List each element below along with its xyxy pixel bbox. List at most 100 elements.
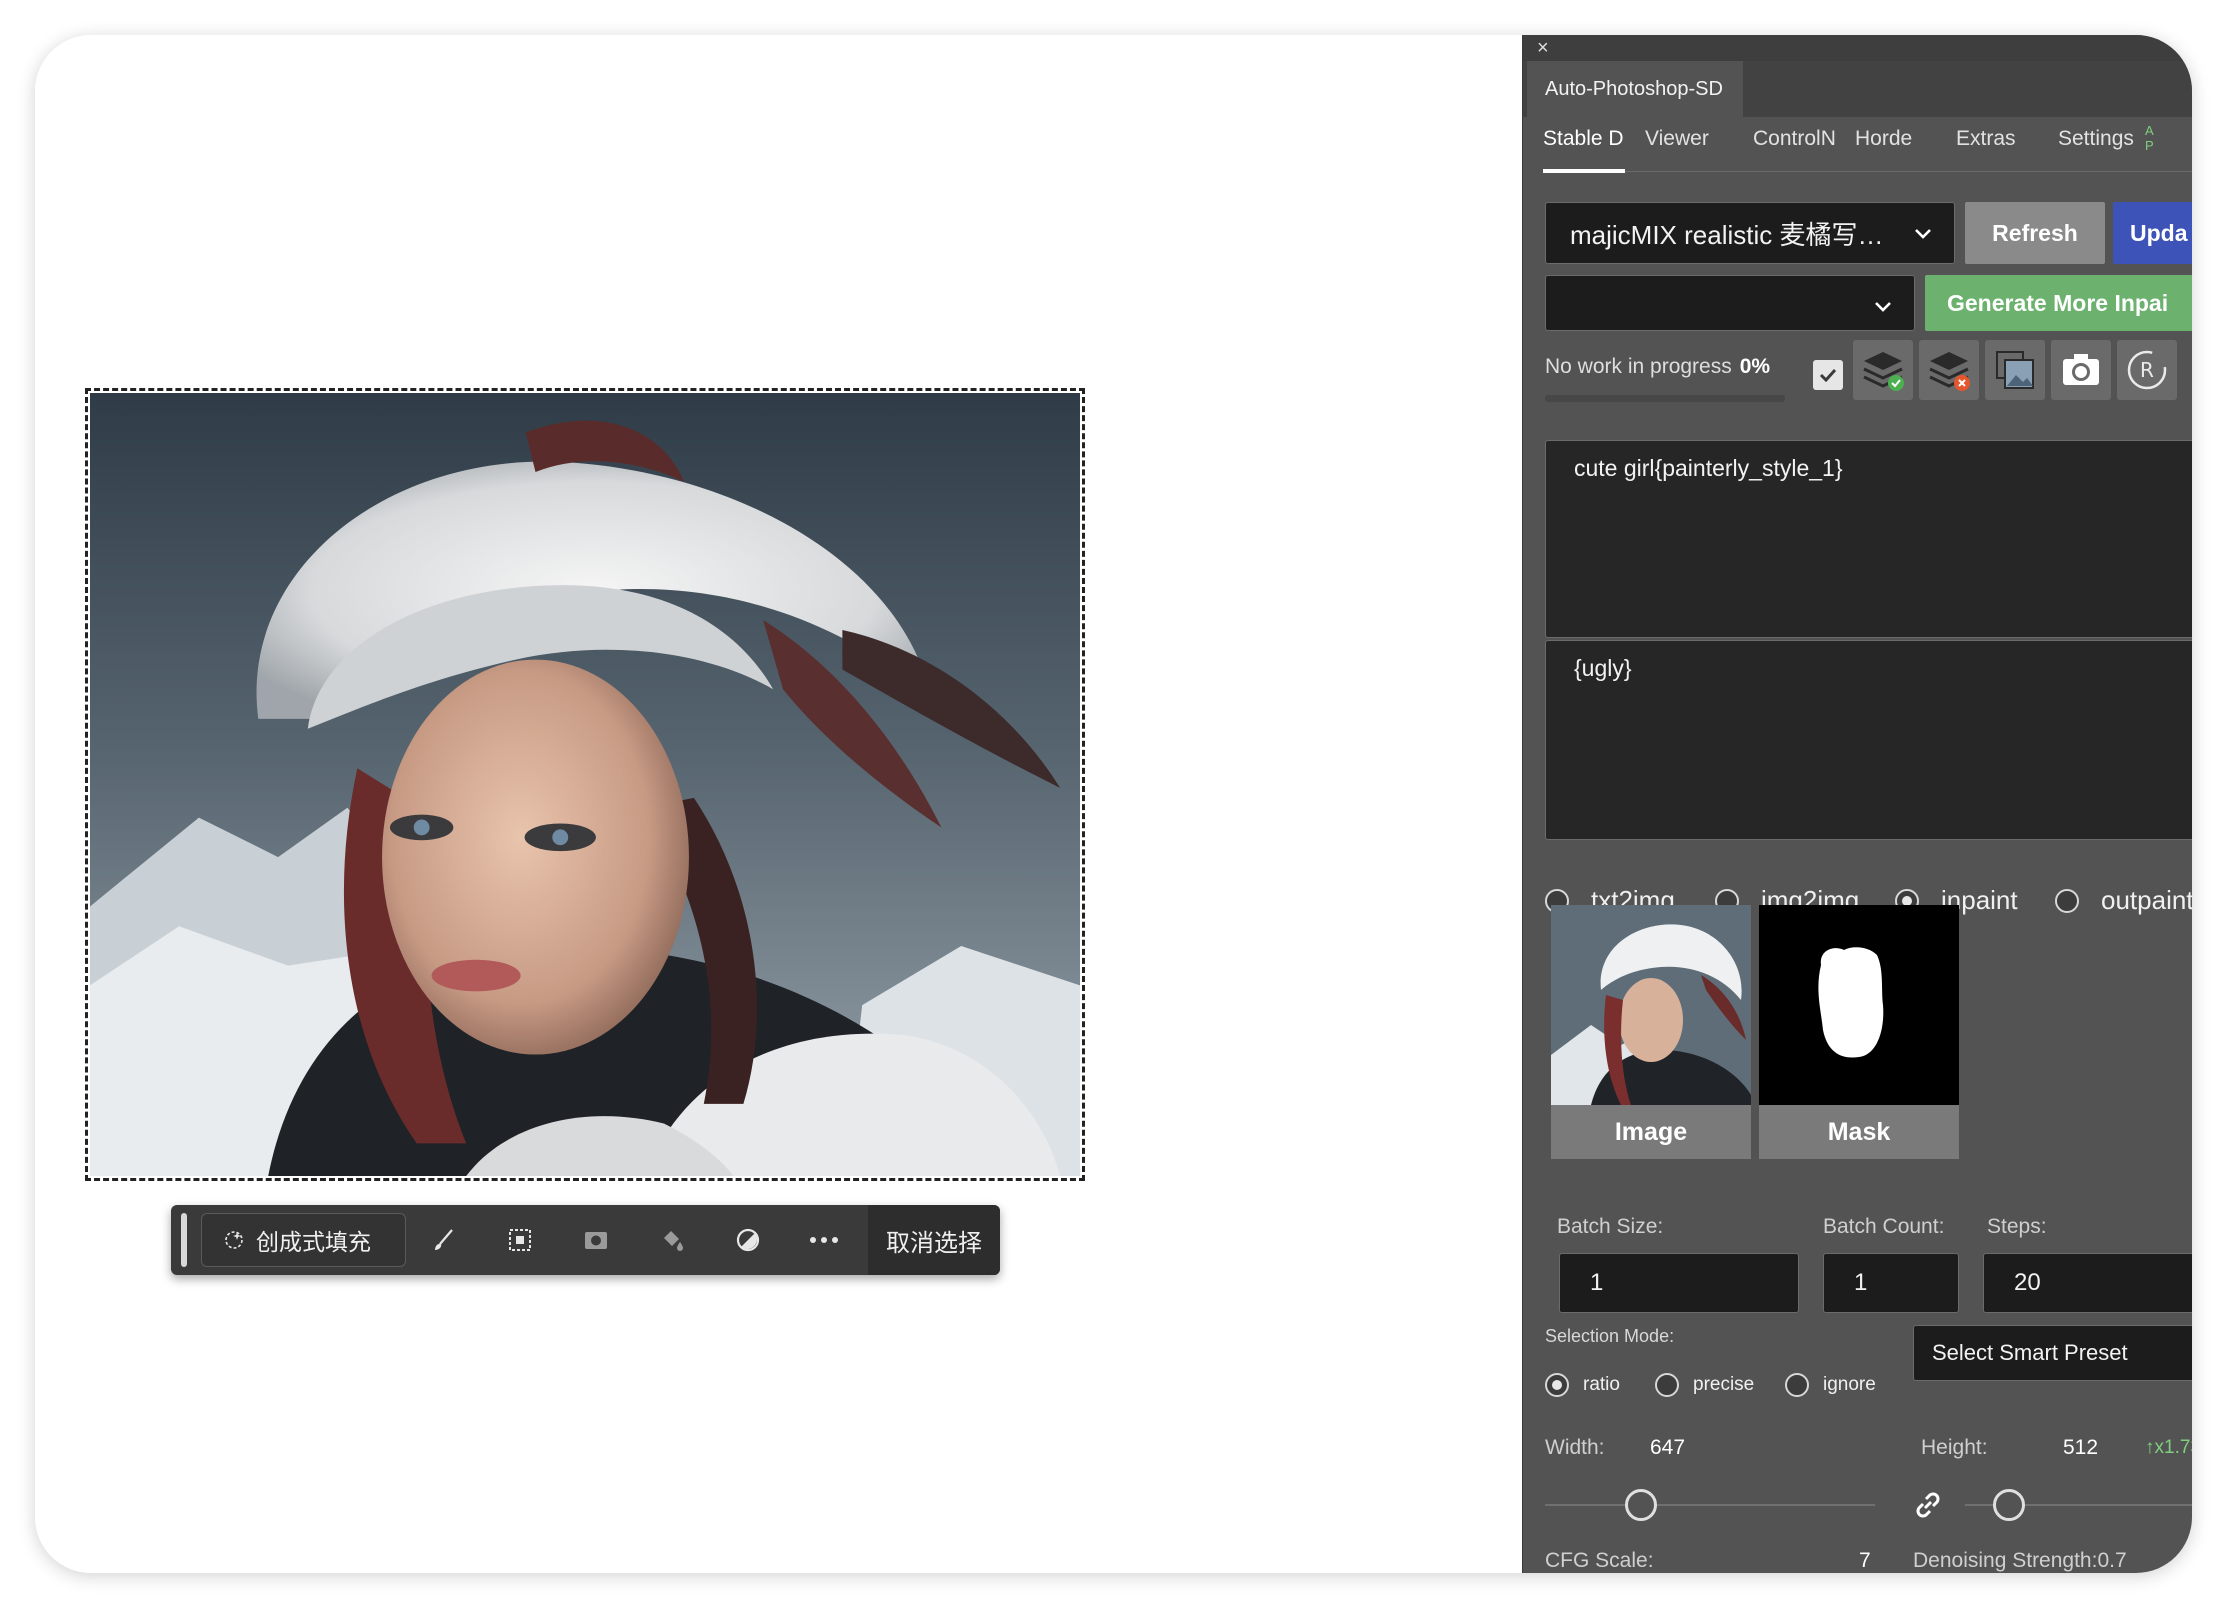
tab-extras[interactable]: Extras — [1956, 127, 2016, 151]
ratio-indicator: ↑x1.73 — [2145, 1437, 2192, 1458]
selection-marquee[interactable] — [85, 388, 1085, 1181]
model-value: majicMIX realistic 麦橘写… — [1570, 219, 1884, 250]
active-tab-indicator — [1543, 169, 1625, 173]
svg-text:R: R — [2140, 358, 2154, 382]
tab-settings[interactable]: Settings — [2058, 127, 2134, 151]
smart-preset-dropdown[interactable]: Select Smart Preset — [1913, 1325, 2192, 1381]
selection-mode-label: Selection Mode: — [1545, 1326, 1675, 1346]
ignore-label: ignore — [1823, 1374, 1876, 1395]
generative-fill-button[interactable]: 创成式填充 — [201, 1213, 406, 1267]
reset-r-icon: R — [2127, 350, 2167, 390]
snapshot-button[interactable] — [2051, 340, 2111, 400]
generative-fill-label: 创成式填充 — [256, 1229, 371, 1255]
reset-button[interactable]: R — [2117, 340, 2177, 400]
selection-mode-ratio[interactable]: ratio — [1545, 1373, 1620, 1397]
contextual-task-bar: 创成式填充 取消选择 — [171, 1205, 1000, 1275]
progress-bar — [1545, 395, 1785, 402]
image-icon — [1996, 351, 2034, 389]
checkmark-icon — [1819, 368, 1837, 383]
transform-selection-icon — [509, 1229, 531, 1251]
adjustment-button[interactable] — [710, 1205, 786, 1275]
height-value: 512 — [2063, 1436, 2099, 1459]
update-button[interactable]: Upda — [2113, 202, 2192, 264]
canvas-photo — [90, 393, 1080, 1176]
more-options-button[interactable] — [786, 1205, 862, 1275]
init-image-preview — [1551, 905, 1751, 1105]
subtab-divider — [1543, 171, 2192, 172]
deselect-button[interactable]: 取消选择 — [868, 1205, 1000, 1275]
mode-outpaint[interactable]: outpaint — [2055, 885, 2192, 916]
width-label: Width: — [1545, 1436, 1605, 1459]
init-image-thumbnail[interactable]: Image — [1551, 905, 1751, 1197]
tab-viewer[interactable]: Viewer — [1645, 127, 1709, 151]
denoising-strength-label: Denoising Strength:0.7 — [1913, 1549, 2127, 1572]
cfg-scale-label: CFG Scale: — [1545, 1549, 1654, 1572]
negative-prompt-textarea[interactable]: {ugly} — [1545, 640, 2192, 840]
use-checkbox[interactable] — [1813, 360, 1843, 390]
steps-input[interactable]: 20 — [1983, 1253, 2192, 1313]
refresh-button[interactable]: Refresh — [1965, 202, 2105, 264]
tab-auto-photoshop-sd[interactable]: Auto-Photoshop-SD — [1527, 61, 1743, 117]
ratio-label: ratio — [1583, 1374, 1620, 1395]
tab-stable-diffusion[interactable]: Stable D — [1543, 127, 1624, 151]
prompt-textarea[interactable]: cute girl{painterly_style_1} — [1545, 440, 2192, 638]
height-slider-knob[interactable] — [1993, 1489, 2025, 1521]
transform-selection-button[interactable] — [482, 1205, 558, 1275]
portrait-illustration — [90, 393, 1080, 1176]
brush-icon — [435, 1229, 453, 1250]
tab-horde[interactable]: Horde — [1855, 127, 1912, 151]
radio-precise[interactable] — [1655, 1373, 1679, 1397]
radio-outpaint[interactable] — [2055, 888, 2079, 913]
generate-more-button[interactable]: Generate More Inpai — [1925, 275, 2192, 331]
selection-mode-precise[interactable]: precise — [1655, 1373, 1754, 1397]
batch-size-label: Batch Size: — [1557, 1215, 1664, 1238]
app-window: 创成式填充 取消选择 × Auto-Photoshop-SD Stable D … — [35, 35, 2192, 1573]
model-dropdown[interactable]: majicMIX realistic 麦橘写… — [1545, 202, 1955, 264]
width-slider-knob[interactable] — [1625, 1489, 1657, 1521]
width-value: 647 — [1650, 1436, 1686, 1459]
camera-icon — [2063, 354, 2099, 385]
image-label: Image — [1551, 1105, 1751, 1159]
auto-photoshop-sd-panel: × Auto-Photoshop-SD Stable D Viewer Cont… — [1522, 35, 2192, 1573]
panel-tab-row: Auto-Photoshop-SD — [1523, 61, 2192, 117]
subtab-bar: Stable D Viewer ControlN Horde Extras Se… — [1543, 127, 2192, 173]
fill-button[interactable] — [634, 1205, 710, 1275]
progress-status: No work in progress 0% — [1545, 355, 1770, 379]
layers-check-icon — [1863, 352, 1904, 391]
mask-thumbnail[interactable]: Mask — [1759, 905, 1959, 1197]
mask-graphic — [1759, 905, 1959, 1105]
height-label: Height: — [1921, 1436, 1988, 1459]
document-canvas[interactable]: 创成式填充 取消选择 — [35, 35, 1522, 1573]
precise-label: precise — [1693, 1374, 1755, 1395]
close-icon[interactable]: × — [1537, 37, 1549, 60]
adjustment-icon — [736, 1228, 760, 1252]
progress-percent: 0% — [1739, 355, 1771, 378]
mode-outpaint-label: outpaint — [2101, 885, 2192, 915]
mask-icon — [585, 1232, 607, 1249]
brush-button[interactable] — [406, 1205, 482, 1275]
paint-bucket-icon — [664, 1231, 683, 1251]
width-slider-track[interactable] — [1545, 1504, 1875, 1506]
mask-button[interactable] — [558, 1205, 634, 1275]
batch-count-label: Batch Count: — [1823, 1215, 1945, 1238]
tab-controlnet[interactable]: ControlN — [1753, 127, 1835, 151]
layers-delete-icon — [1929, 352, 1970, 391]
cfg-scale-value: 7 — [1859, 1549, 1871, 1572]
chevron-down-icon — [1915, 229, 1931, 239]
radio-ratio[interactable] — [1545, 1373, 1569, 1397]
mask-preview — [1759, 905, 1959, 1105]
layers-apply-button[interactable] — [1853, 340, 1913, 400]
selection-mode-ignore[interactable]: ignore — [1785, 1373, 1876, 1397]
batch-size-input[interactable]: 1 — [1559, 1253, 1799, 1313]
chevron-down-icon — [1875, 302, 1891, 312]
image-button[interactable] — [1985, 340, 2045, 400]
layers-delete-button[interactable] — [1919, 340, 1979, 400]
link-icon[interactable] — [1910, 1487, 1946, 1523]
sparkle-icon — [225, 1231, 243, 1249]
secondary-dropdown[interactable] — [1545, 275, 1915, 331]
drag-handle[interactable] — [181, 1213, 187, 1267]
batch-count-input[interactable]: 1 — [1823, 1253, 1959, 1313]
init-image-graphic — [1551, 905, 1751, 1105]
radio-ignore[interactable] — [1785, 1373, 1809, 1397]
tab-overflow-label[interactable]: AP — [2145, 123, 2154, 153]
